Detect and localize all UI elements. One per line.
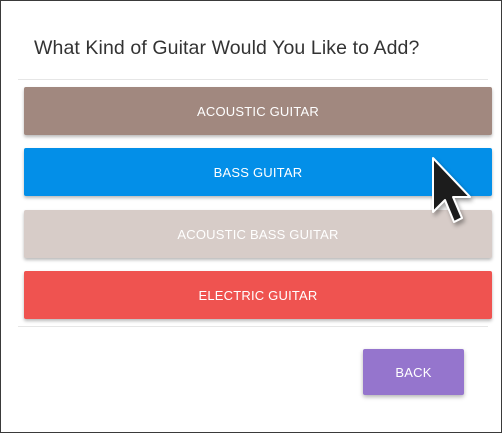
- acoustic-guitar-button[interactable]: ACOUSTIC GUITAR: [24, 87, 492, 135]
- acoustic-bass-guitar-button[interactable]: ACOUSTIC BASS GUITAR: [24, 210, 492, 258]
- bottom-divider: [18, 326, 488, 327]
- top-divider: [18, 79, 488, 80]
- add-guitar-dialog: What Kind of Guitar Would You Like to Ad…: [0, 0, 502, 433]
- back-button[interactable]: BACK: [363, 349, 464, 395]
- dialog-title: What Kind of Guitar Would You Like to Ad…: [34, 37, 420, 59]
- electric-guitar-button[interactable]: ELECTRIC GUITAR: [24, 271, 492, 319]
- bass-guitar-button[interactable]: BASS GUITAR: [24, 148, 492, 196]
